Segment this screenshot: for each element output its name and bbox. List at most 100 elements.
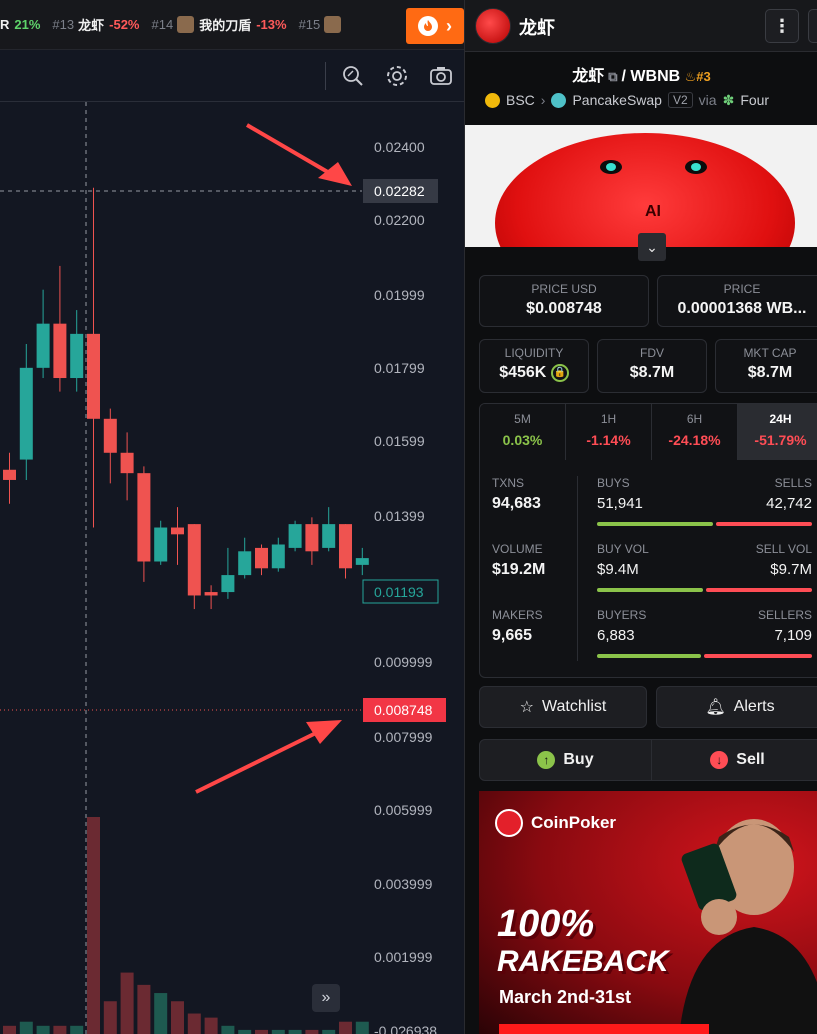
y-tick-label: 0.01799 bbox=[374, 360, 425, 376]
buyers-bar bbox=[597, 654, 701, 658]
price-native-box: PRICE 0.00001368 WB... bbox=[657, 275, 817, 327]
ad-cta-bar[interactable] bbox=[499, 1024, 709, 1034]
liquidity-value: $456K 🔒 bbox=[480, 364, 588, 382]
banner-mascot bbox=[495, 133, 795, 247]
volume-bar bbox=[221, 1025, 235, 1034]
via-label: via bbox=[698, 92, 717, 108]
y-tick-label: 0.005999 bbox=[374, 802, 433, 818]
volume-bar bbox=[187, 1013, 201, 1034]
stats-divider bbox=[577, 476, 578, 661]
more-vertical-icon[interactable]: ⋮ bbox=[765, 9, 799, 43]
volume-bar bbox=[339, 1021, 352, 1034]
volume-bar bbox=[70, 1025, 84, 1034]
panel-header: 龙虾 ⋮ bbox=[465, 0, 817, 52]
ticker-item[interactable]: #13 龙虾 -52% bbox=[52, 15, 139, 34]
chain-name[interactable]: BSC bbox=[506, 92, 535, 108]
banner-text: AI bbox=[645, 203, 661, 220]
trade-buttons: ↑ Buy ↓ Sell bbox=[479, 739, 817, 781]
annotation-arrowhead bbox=[306, 720, 342, 744]
mascot-eye bbox=[685, 160, 707, 174]
tab-6h[interactable]: 6H -24.18% bbox=[652, 404, 738, 460]
volume-bar bbox=[87, 817, 100, 1034]
mktcap-box: MKT CAP $8.7M bbox=[715, 339, 817, 393]
volume-bar bbox=[355, 1021, 369, 1034]
volume-bar bbox=[255, 1029, 268, 1034]
scroll-right-button[interactable]: » bbox=[312, 984, 340, 1012]
alerts-button[interactable]: 🔔︎ Alerts bbox=[656, 686, 817, 728]
candle-body bbox=[120, 452, 134, 474]
candle-body bbox=[53, 323, 67, 379]
tab-5m[interactable]: 5M 0.03% bbox=[480, 404, 566, 460]
candle-body bbox=[305, 524, 319, 552]
via-name[interactable]: Four bbox=[740, 92, 769, 108]
buyers-sellers-stat: BUYERS SELLERS 6,883 7,109 bbox=[597, 608, 812, 644]
y-tick-label: 0.01599 bbox=[374, 433, 425, 449]
candle-body bbox=[103, 418, 117, 453]
price-usd-box: PRICE USD $0.008748 bbox=[479, 275, 649, 327]
liquidity-box: LIQUIDITY $456K 🔒 bbox=[479, 339, 589, 393]
ticker-change: -52% bbox=[109, 17, 140, 32]
y-tick-label: 0.007999 bbox=[374, 729, 433, 745]
volume-bar bbox=[19, 1021, 33, 1034]
ad-headline-2: RAKEBACK bbox=[497, 945, 669, 978]
ticker-rank: #15 bbox=[298, 17, 321, 32]
candle-body bbox=[3, 469, 16, 480]
close-button[interactable] bbox=[808, 9, 817, 43]
chain-breadcrumb: BSC › PancakeSwap V2 via ✽ Four bbox=[485, 90, 769, 110]
candlestick-chart[interactable]: 0.02400 0.02200 0.01999 0.01799 0.01599 0.013… bbox=[0, 50, 464, 1034]
dex-name[interactable]: PancakeSwap bbox=[572, 92, 662, 108]
sell-button[interactable]: ↓ Sell bbox=[652, 740, 817, 780]
candle-body bbox=[322, 524, 336, 548]
volume-bar bbox=[305, 1029, 319, 1034]
bsc-icon bbox=[485, 92, 500, 108]
copy-icon[interactable]: ⧉ bbox=[608, 69, 617, 84]
liquidity-label: LIQUIDITY bbox=[504, 346, 564, 360]
volume-bar bbox=[103, 1001, 117, 1034]
trending-ticker: R 21% #13 龙虾 -52% #14 我的刀盾 -13% #15 bbox=[0, 0, 464, 50]
mktcap-label: MKT CAP bbox=[743, 346, 797, 360]
current-price-label: 0.008748 bbox=[374, 702, 433, 718]
mktcap-value: $8.7M bbox=[747, 364, 793, 381]
price-label: PRICE bbox=[723, 282, 761, 296]
buy-button[interactable]: ↑ Buy bbox=[480, 740, 652, 780]
ticker-item[interactable]: #15 bbox=[299, 16, 347, 33]
volume-bar bbox=[288, 1029, 302, 1034]
lock-icon: 🔒 bbox=[550, 364, 569, 382]
y-tick-label: 0.001999 bbox=[374, 949, 433, 965]
volume-bar bbox=[36, 1025, 50, 1034]
volume-bar bbox=[120, 972, 134, 1034]
chevron-right-icon: › bbox=[446, 15, 452, 36]
y-tick-label: 0.01999 bbox=[374, 287, 425, 303]
timeframe-tabs: 5M 0.03% 1H -1.14% 6H -24.18% 24H -51.79% bbox=[479, 403, 817, 461]
price-chart[interactable]: 0.02400 0.02200 0.01999 0.01799 0.01599 0.013… bbox=[0, 50, 464, 1034]
watchlist-button[interactable]: ☆ Watchlist bbox=[479, 686, 647, 728]
ticker-item[interactable]: #14 我的刀盾 -13% bbox=[152, 15, 287, 34]
fdv-box: FDV $8.7M bbox=[597, 339, 707, 393]
tab-24h[interactable]: 24H -51.79% bbox=[738, 404, 817, 460]
candle-body bbox=[36, 323, 50, 368]
txns-stat: TXNS 94,683 bbox=[492, 476, 541, 512]
pair-quote: / WBNB bbox=[621, 68, 681, 85]
tab-1h[interactable]: 1H -1.14% bbox=[566, 404, 652, 460]
candle-body bbox=[255, 547, 268, 569]
fdv-label: FDV bbox=[640, 346, 664, 360]
chevron-right-icon: › bbox=[540, 92, 546, 108]
volume-bar bbox=[53, 1025, 67, 1034]
coinpoker-ad[interactable]: CoinPoker 100% RAKEBACK March 2nd-31st bbox=[479, 791, 817, 1034]
trending-fire-button[interactable]: › bbox=[406, 8, 464, 44]
annotation-arrowhead bbox=[318, 162, 352, 186]
volume-bar bbox=[137, 984, 151, 1034]
pair-base: 龙虾 bbox=[572, 68, 605, 85]
y-tick-label: 0.02200 bbox=[374, 212, 425, 228]
volume-stat: VOLUME $19.2M bbox=[492, 542, 546, 578]
ticker-item[interactable]: R 21% bbox=[0, 17, 40, 32]
candle-body bbox=[19, 367, 33, 460]
sell-vol-bar bbox=[706, 588, 812, 592]
candle-body bbox=[288, 524, 302, 548]
pair-name: 龙虾 ⧉ / WBNB ♨#3 bbox=[465, 62, 817, 86]
token-panel: 龙虾 ⋮ 龙虾 ⧉ / WBNB ♨#3 BSC › PancakeSwap V2 … bbox=[464, 0, 817, 1034]
y-tick-label: 0.01399 bbox=[374, 508, 425, 524]
candle-body bbox=[70, 333, 84, 379]
chevron-down-icon[interactable]: ⌄ bbox=[638, 233, 666, 261]
fdv-value: $8.7M bbox=[629, 364, 675, 381]
